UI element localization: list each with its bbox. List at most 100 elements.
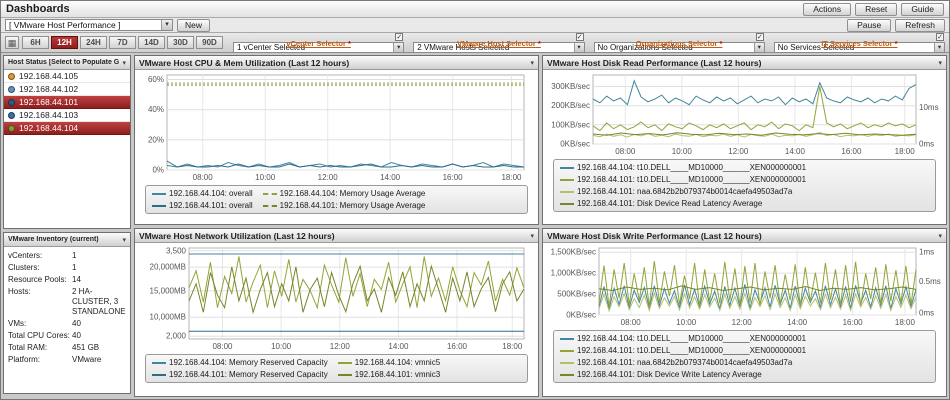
inventory-row: Total CPU Cores: 40 bbox=[8, 330, 126, 342]
svg-text:1,500KB/sec: 1,500KB/sec bbox=[551, 248, 596, 257]
chevron-down-icon[interactable]: ▾ bbox=[935, 59, 942, 67]
selector-groups: vCenter Selector * ✓ 1 vCenter Selected ▾ VM… bbox=[233, 32, 945, 53]
svg-text:10:00: 10:00 bbox=[672, 147, 693, 156]
checkbox-icon[interactable]: ✓ bbox=[755, 32, 764, 41]
disk-write-chart-panel: VMware Host Disk Write Performance (Last… bbox=[542, 228, 947, 397]
calendar-icon[interactable]: ▦ bbox=[5, 36, 19, 49]
time-range-90d[interactable]: 90D bbox=[196, 36, 223, 49]
legend-item: 192.168.44.104: vmnic5 bbox=[337, 357, 440, 368]
actions-button[interactable]: Actions bbox=[803, 2, 852, 16]
chevron-down-icon[interactable]: ▾ bbox=[393, 42, 404, 52]
inventory-row: Total RAM: 451 GB bbox=[8, 342, 126, 354]
svg-text:18:00: 18:00 bbox=[501, 173, 522, 182]
checkbox-icon[interactable]: ✓ bbox=[575, 32, 584, 41]
svg-text:18:00: 18:00 bbox=[895, 318, 916, 327]
selector-label-link[interactable]: vCenter Selector * bbox=[286, 39, 351, 48]
svg-text:12:00: 12:00 bbox=[318, 173, 339, 182]
header-actions: Actions Reset Guide bbox=[803, 2, 944, 16]
legend-item: 192.168.44.101: naa.6842b2b079374b0014ca… bbox=[560, 357, 792, 368]
host-row[interactable]: 192.168.44.103 bbox=[4, 109, 130, 122]
svg-text:0KB/sec: 0KB/sec bbox=[566, 311, 596, 320]
time-range-30d[interactable]: 30D bbox=[167, 36, 194, 49]
selector-label-row: VMware Host Selector * ✓ bbox=[413, 32, 584, 48]
reset-button[interactable]: Reset bbox=[855, 2, 898, 16]
legend-item: 192.168.44.101: naa.6842b2b079374b0014ca… bbox=[560, 186, 792, 197]
inventory-label: Total CPU Cores: bbox=[8, 331, 70, 340]
host-row[interactable]: 192.168.44.105 bbox=[4, 70, 130, 83]
legend-item: 192.168.44.101: t10.DELL____MD10000_____… bbox=[560, 174, 806, 185]
svg-text:0KB/sec: 0KB/sec bbox=[560, 140, 590, 149]
svg-text:10:00: 10:00 bbox=[676, 318, 697, 327]
svg-text:18:00: 18:00 bbox=[502, 342, 523, 351]
legend-label: 192.168.44.104: Memory Usage Average bbox=[279, 189, 426, 198]
host-row[interactable]: 192.168.44.102 bbox=[4, 83, 130, 96]
legend-label: 192.168.44.101: Disk Device Read Latency… bbox=[577, 199, 763, 208]
chevron-down-icon[interactable]: ▾ bbox=[119, 59, 126, 67]
chart-title: VMware Host Disk Write Performance (Last… bbox=[547, 230, 762, 241]
chevron-down-icon[interactable]: ▾ bbox=[527, 59, 534, 67]
time-range-12h[interactable]: 12H bbox=[51, 36, 78, 49]
legend-swatch bbox=[560, 361, 574, 364]
svg-text:14:00: 14:00 bbox=[388, 342, 409, 351]
svg-text:08:00: 08:00 bbox=[193, 173, 214, 182]
chevron-down-icon[interactable]: ▾ bbox=[527, 232, 534, 240]
chevron-down-icon[interactable]: ▾ bbox=[573, 42, 584, 52]
time-range-6h[interactable]: 6H bbox=[22, 36, 49, 49]
new-button[interactable]: New bbox=[177, 18, 211, 32]
inventory-label: Hosts: bbox=[8, 287, 31, 296]
cpu-mem-chart: 08:00 10:00 12:00 14:00 16:00 18:00 60% 40% 20% 0… bbox=[148, 74, 525, 182]
selector-label-link[interactable]: Organizations Selector * bbox=[636, 39, 723, 48]
svg-text:08:00: 08:00 bbox=[212, 342, 233, 351]
status-icon bbox=[8, 72, 15, 80]
guide-button[interactable]: Guide bbox=[901, 2, 944, 16]
status-icon bbox=[8, 98, 15, 106]
chart-legend: 192.168.44.104: t10.DELL____MD10000_____… bbox=[553, 330, 936, 383]
legend-swatch bbox=[560, 349, 574, 352]
inventory-title: VMware Inventory (current) bbox=[8, 236, 99, 243]
host-status-panel: Host Status [Select to Populate Graphs] … bbox=[3, 55, 131, 229]
charts-grid: VMware Host CPU & Mem Utilization (Last … bbox=[134, 55, 947, 397]
main-area: Host Status [Select to Populate Graphs] … bbox=[1, 53, 949, 399]
refresh-button[interactable]: Refresh bbox=[895, 18, 945, 32]
selector-label-link[interactable]: VMware Host Selector * bbox=[457, 39, 541, 48]
checkbox-icon[interactable]: ✓ bbox=[395, 32, 404, 41]
legend-item: 192.168.44.101: vmnic3 bbox=[337, 369, 440, 380]
inventory-value: VMware bbox=[72, 355, 102, 364]
legend-swatch bbox=[262, 192, 277, 195]
selector-label-link[interactable]: IT Services Selector * bbox=[821, 39, 897, 48]
svg-text:10:00: 10:00 bbox=[271, 342, 292, 351]
chevron-down-icon[interactable]: ▾ bbox=[935, 232, 942, 240]
svg-text:20,000MB: 20,000MB bbox=[150, 263, 186, 272]
required-asterisk: * bbox=[345, 38, 351, 48]
chevron-down-icon[interactable]: ▾ bbox=[753, 42, 764, 52]
inventory-value: 2 HA-CLUSTER, 3 STANDALONE bbox=[72, 287, 126, 316]
time-range-7d[interactable]: 7D bbox=[109, 36, 136, 49]
network-chart-panel: VMware Host Network Utilization (Last 12… bbox=[134, 228, 539, 397]
svg-text:0ms: 0ms bbox=[919, 309, 934, 318]
svg-text:0%: 0% bbox=[152, 166, 164, 175]
chevron-down-icon[interactable]: ▾ bbox=[161, 20, 172, 30]
legend-label: 192.168.44.101: naa.6842b2b079374b0014ca… bbox=[577, 358, 793, 367]
chevron-down-icon[interactable]: ▾ bbox=[934, 42, 944, 52]
chevron-down-icon[interactable]: ▾ bbox=[119, 236, 126, 244]
inventory-label: Resource Pools: bbox=[8, 275, 67, 284]
svg-text:16:00: 16:00 bbox=[443, 173, 464, 182]
dashboard-select-value: [ VMware Host Performance ] bbox=[9, 20, 121, 30]
host-ip: 192.168.44.101 bbox=[19, 97, 79, 107]
legend-swatch bbox=[560, 178, 574, 181]
inventory-row: Clusters: 1 bbox=[8, 262, 126, 274]
disk-write-chart: 08:00 10:00 12:00 14:00 16:00 18:00 1,500KB/se… bbox=[551, 247, 941, 327]
pause-button[interactable]: Pause bbox=[847, 18, 892, 32]
svg-text:3,500: 3,500 bbox=[166, 246, 187, 255]
svg-text:200KB/sec: 200KB/sec bbox=[551, 101, 590, 110]
time-range-14d[interactable]: 14D bbox=[138, 36, 165, 49]
legend-label: 192.168.44.104: t10.DELL____MD10000_____… bbox=[577, 334, 807, 343]
host-row[interactable]: 192.168.44.101 bbox=[4, 96, 130, 109]
host-row[interactable]: 192.168.44.104 bbox=[4, 122, 130, 135]
dashboard-select[interactable]: [ VMware Host Performance ] ▾ bbox=[5, 19, 173, 31]
svg-text:60%: 60% bbox=[148, 75, 164, 84]
time-range-24h[interactable]: 24H bbox=[80, 36, 107, 49]
selector-group: IT Services Selector * ✓ No Services Selec… bbox=[773, 32, 945, 53]
legend-item: 192.168.44.104: Memory Usage Average bbox=[262, 188, 426, 199]
checkbox-icon[interactable]: ✓ bbox=[936, 32, 944, 41]
